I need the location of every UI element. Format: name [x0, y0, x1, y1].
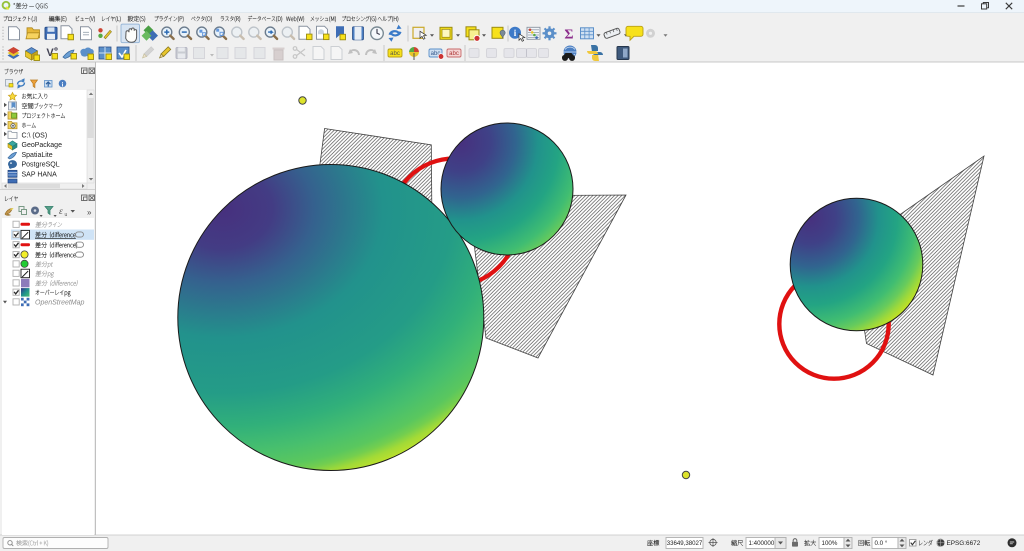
svg-text:abc: abc — [449, 51, 459, 57]
svg-text:1:400000: 1:400000 — [749, 540, 775, 547]
svg-text:i: i — [62, 81, 64, 88]
svg-text:Σ: Σ — [564, 27, 573, 42]
svg-text:ε: ε — [59, 207, 63, 217]
svg-text:u: u — [65, 212, 68, 218]
svg-text:0.0 °: 0.0 ° — [875, 540, 888, 547]
svg-text:100%: 100% — [822, 540, 838, 547]
svg-text:33649,38027: 33649,38027 — [667, 540, 703, 547]
svg-text:EPSG:6672: EPSG:6672 — [947, 540, 981, 547]
svg-text:»: » — [87, 208, 92, 217]
svg-text:SpatiaLite: SpatiaLite — [22, 152, 53, 159]
svg-text:PostgreSQL: PostgreSQL — [22, 162, 60, 169]
svg-text:abc: abc — [390, 51, 400, 57]
svg-text:OpenStreetMap: OpenStreetMap — [35, 300, 85, 307]
svg-text:SAP HANA: SAP HANA — [22, 171, 58, 178]
svg-text:C:\ (OS): C:\ (OS) — [22, 133, 48, 140]
svg-text:GeoPackage: GeoPackage — [22, 142, 63, 149]
